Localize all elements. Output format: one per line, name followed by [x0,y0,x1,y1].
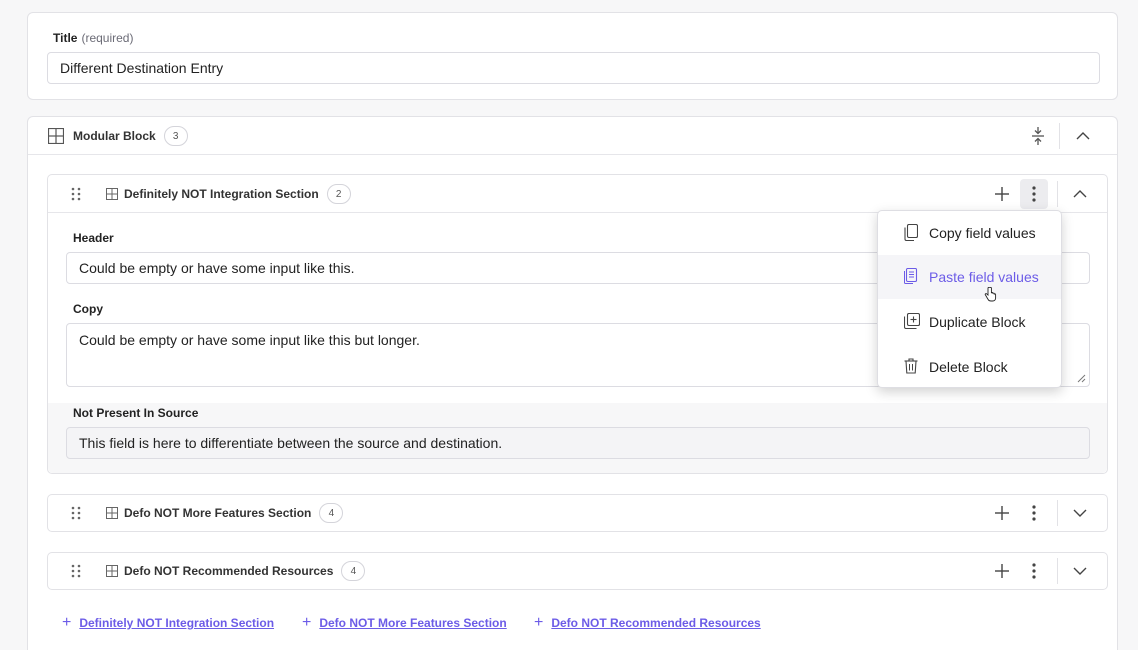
add-button[interactable] [988,180,1016,208]
drag-handle-icon[interactable] [71,506,81,520]
chevron-down-icon [1073,509,1087,517]
add-button[interactable] [988,499,1016,527]
chevron-up-icon [1076,132,1090,140]
trash-icon [904,358,918,374]
title-input[interactable]: Different Destination Entry [47,52,1100,84]
more-vertical-icon [1032,505,1036,521]
modular-block-icon [48,128,64,144]
chevron-down-icon [1073,567,1087,575]
block-title: Definitely NOT Integration Section 2 [124,183,351,205]
plus-icon: + [534,614,544,631]
block-grid-icon [106,188,118,200]
copy-field-values-item[interactable]: Copy field values [878,211,1061,255]
plus-icon: + [302,614,312,631]
modular-block-title: Modular Block 3 [73,126,188,146]
add-recommended-resources-link[interactable]: + Defo NOT Recommended Resources [534,614,761,632]
copy-icon [904,224,918,241]
more-options-button[interactable] [1020,179,1048,209]
add-more-features-link[interactable]: + Defo NOT More Features Section [302,614,507,632]
copy-textarea-value: Could be empty or have some input like t… [79,332,420,348]
more-vertical-icon [1032,186,1036,202]
more-options-button[interactable] [1020,557,1048,585]
not-present-field-label: Not Present In Source [73,406,199,420]
required-hint: (required) [81,31,134,45]
more-options-button[interactable] [1020,499,1048,527]
header-divider [1057,558,1058,584]
expand-block-button[interactable] [1066,499,1094,527]
chevron-up-icon [1073,190,1087,198]
delete-block-item[interactable]: Delete Block [878,345,1061,389]
header-divider [1057,181,1058,207]
title-field-label: Title (required) [53,31,134,45]
plus-icon [995,564,1009,578]
paste-field-values-item[interactable]: Paste field values [878,255,1061,302]
block-header: Definitely NOT Integration Section 2 [48,175,1107,213]
not-present-section: Not Present In Source This field is here… [48,403,1107,473]
modular-block-count: 3 [163,126,188,146]
block-more-features-section: Defo NOT More Features Section 4 [47,494,1108,532]
plus-icon [995,506,1009,520]
header-divider [1057,500,1058,526]
drag-handle-icon[interactable] [71,187,81,201]
add-button[interactable] [988,557,1016,585]
more-vertical-icon [1032,563,1036,579]
not-present-input[interactable]: This field is here to differentiate betw… [66,427,1090,459]
block-grid-icon [106,507,118,519]
plus-icon: + [62,614,72,631]
collapse-block-button[interactable] [1066,180,1094,208]
block-count-badge: 4 [341,561,366,581]
block-title: Defo NOT More Features Section 4 [124,502,344,524]
resize-handle-icon[interactable] [1076,373,1086,383]
drag-handle-icon[interactable] [71,564,81,578]
modular-block-header: Modular Block 3 [28,117,1117,155]
copy-field-label: Copy [73,302,103,316]
block-grid-icon [106,565,118,577]
plus-icon [995,187,1009,201]
title-field-card: Title (required) Different Destination En… [27,12,1118,100]
block-title: Defo NOT Recommended Resources 4 [124,560,366,582]
collapse-all-icon [1032,127,1044,145]
expand-block-button[interactable] [1066,557,1094,585]
add-integration-section-link[interactable]: + Definitely NOT Integration Section [62,614,274,632]
collapse-all-button[interactable] [1024,122,1052,150]
header-divider [1059,123,1060,149]
duplicate-icon [904,313,920,329]
block-count-badge: 4 [319,503,344,523]
modular-collapse-button[interactable] [1069,122,1097,150]
paste-icon [904,268,918,284]
block-recommended-resources: Defo NOT Recommended Resources 4 [47,552,1108,590]
header-field-label: Header [73,231,114,245]
block-context-menu: Copy field values Paste field values Dup… [877,210,1062,388]
duplicate-block-item[interactable]: Duplicate Block [878,300,1061,344]
block-count-badge: 2 [326,184,351,204]
